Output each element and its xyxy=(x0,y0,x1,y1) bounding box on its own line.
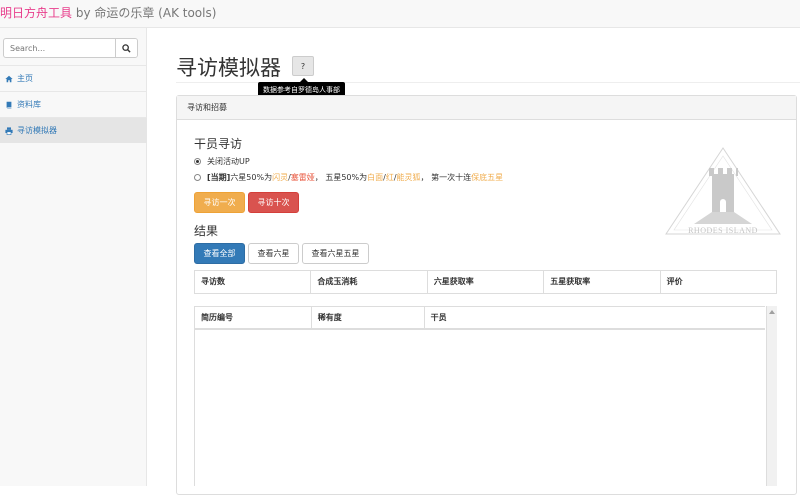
page-title: 寻访模拟器 xyxy=(176,56,281,80)
sidebar-item-label: 主页 xyxy=(17,74,33,83)
sidebar-item-simulator[interactable]: 寻访模拟器 xyxy=(0,117,147,143)
section-title-headhunting: 干员寻访 xyxy=(194,137,243,151)
sidebar-item-home[interactable]: 主页 xyxy=(0,65,147,91)
five-star-operator-c: 能灵狐 xyxy=(396,173,421,182)
search-icon xyxy=(122,43,131,53)
results-table-header: 简历编号 稀有度 干员 xyxy=(195,306,765,330)
sidebar-nav: 主页 资料库 寻访模拟器 xyxy=(0,65,147,143)
col-header-resume-id: 简历编号 xyxy=(195,307,312,328)
option-disable-up[interactable]: 关闭活动UP xyxy=(194,156,250,167)
ten-pull-guarantee: 保底五星 xyxy=(471,173,504,182)
stats-header-six-rate: 六星获取率 xyxy=(428,271,545,293)
brand-name[interactable]: 明日方舟工具 xyxy=(0,6,72,20)
filter-all-button[interactable]: 查看全部 xyxy=(194,243,245,264)
home-icon xyxy=(4,74,14,84)
radio-unselected[interactable] xyxy=(194,174,201,181)
section-title-results: 结果 xyxy=(194,224,219,238)
stats-header-five-rate: 五星获取率 xyxy=(544,271,661,293)
six-star-operator-a: 闪灵 xyxy=(272,173,289,182)
brand-suffix: by 命运の乐章 (AK tools) xyxy=(72,6,217,20)
help-button[interactable]: ? xyxy=(292,56,314,76)
option-label: 关闭活动UP xyxy=(207,157,250,166)
col-header-operator: 干员 xyxy=(430,313,447,322)
filter-six-star-button[interactable]: 查看六星 xyxy=(248,243,299,264)
sidebar-item-label: 寻访模拟器 xyxy=(17,126,57,135)
rhodes-island-logo: RHODES ISLAND xyxy=(664,146,782,242)
sidebar-item-database[interactable]: 资料库 xyxy=(0,91,147,117)
search-box xyxy=(3,38,138,58)
stats-table-header: 寻访数 合成玉消耗 六星获取率 五星获取率 评价 xyxy=(194,270,777,294)
results-scrollbar[interactable] xyxy=(766,306,777,486)
five-star-text: ， 五星50%为 xyxy=(314,173,368,182)
search-button[interactable] xyxy=(115,39,137,57)
results-table: 简历编号 稀有度 干员 xyxy=(194,306,765,486)
stats-header-pulls: 寻访数 xyxy=(195,271,312,293)
banner-prefix: [当期] xyxy=(207,173,231,182)
five-star-operator-b: 红 xyxy=(385,173,394,182)
filter-six-five-star-button[interactable]: 查看六星五星 xyxy=(302,243,369,264)
print-icon xyxy=(4,126,14,136)
ten-pull-text: ， 第一次十连 xyxy=(420,173,472,182)
sidebar: 主页 资料库 寻访模拟器 xyxy=(0,28,147,486)
option-current-banner[interactable]: [当期] 六星50%为 闪灵 / 塞雷娅 ， 五星50%为 白面 / 红 / 能… xyxy=(194,172,503,183)
logo-text: RHODES ISLAND xyxy=(688,226,758,235)
stats-header-rating: 评价 xyxy=(666,277,683,286)
col-header-rarity: 稀有度 xyxy=(312,307,425,328)
panel-heading: 寻访和招募 xyxy=(177,96,796,120)
sidebar-item-label: 资料库 xyxy=(17,100,41,109)
stats-header-orundum: 合成玉消耗 xyxy=(311,271,428,293)
search-input[interactable] xyxy=(4,39,116,57)
six-star-text: 六星50%为 xyxy=(230,173,273,182)
five-star-operator-a: 白面 xyxy=(367,173,384,182)
pull-once-button[interactable]: 寻访一次 xyxy=(194,192,245,213)
pull-ten-button[interactable]: 寻访十次 xyxy=(248,192,299,213)
brand[interactable]: 明日方舟工具 by 命运の乐章 (AK tools) xyxy=(0,4,216,21)
radio-selected[interactable] xyxy=(194,158,201,165)
scroll-up-icon[interactable] xyxy=(769,310,775,314)
top-navbar: 明日方舟工具 by 命运の乐章 (AK tools) xyxy=(0,0,800,28)
six-star-operator-b: 塞雷娅 xyxy=(290,173,315,182)
book-icon xyxy=(4,100,14,110)
